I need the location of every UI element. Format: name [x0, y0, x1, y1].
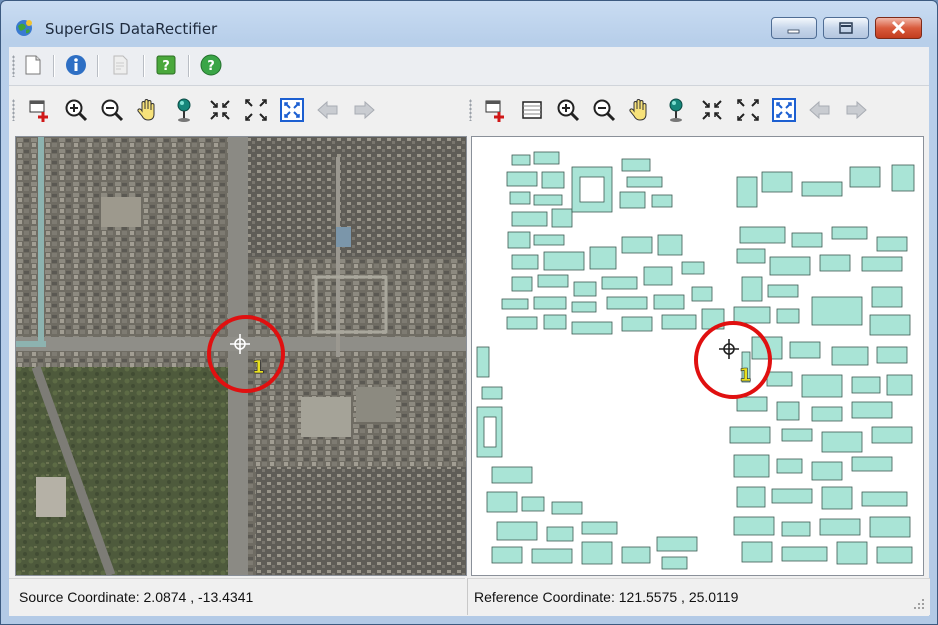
pan-hand-icon[interactable] — [627, 97, 653, 123]
main-toolbar: ? ? — [9, 47, 929, 86]
title-bar[interactable]: SuperGIS DataRectifier — [1, 1, 937, 47]
forward-arrow-icon — [846, 100, 867, 120]
document-disabled-icon — [113, 55, 128, 75]
reference-map-view[interactable]: 1 — [471, 136, 924, 576]
svg-text:?: ? — [162, 59, 170, 74]
maximize-button[interactable] — [823, 17, 869, 39]
reference-coordinate-text: Reference Coordinate: 121.5575 , 25.0119 — [474, 589, 739, 605]
resize-grip-icon[interactable] — [912, 597, 926, 611]
maximize-icon — [839, 22, 853, 34]
info-icon[interactable] — [64, 53, 88, 77]
zoom-in-fixed-icon[interactable] — [699, 97, 725, 123]
app-window: SuperGIS DataRectifier ? ? 1 1 Source Co… — [0, 0, 938, 625]
pan-hand-icon[interactable] — [135, 97, 161, 123]
zoom-out-icon[interactable] — [99, 97, 125, 123]
control-point-label: 1 — [739, 365, 752, 386]
building-footprints: 1 — [476, 151, 915, 570]
back-arrow-icon — [317, 100, 338, 120]
zoom-out-fixed-icon[interactable] — [735, 97, 761, 123]
help-green-icon[interactable]: ? — [154, 53, 178, 77]
crosshair-icon[interactable] — [719, 339, 739, 359]
help-circle-icon[interactable]: ? — [199, 53, 223, 77]
satellite-image: 1 — [16, 137, 466, 575]
window-title: SuperGIS DataRectifier — [45, 20, 218, 38]
identify-pin-icon[interactable] — [663, 97, 689, 123]
zoom-in-icon[interactable] — [555, 97, 581, 123]
reference-toolbar — [467, 87, 929, 133]
zoom-out-icon[interactable] — [591, 97, 617, 123]
close-icon — [891, 20, 906, 35]
source-map-view[interactable]: 1 — [15, 136, 467, 576]
client-area: ? ? 1 1 Source Coordinate: 2.0874 , -13.… — [9, 47, 930, 616]
source-coordinate-text: Source Coordinate: 2.0874 , -13.4341 — [19, 589, 254, 605]
toolbar-separator — [97, 55, 99, 77]
close-button[interactable] — [875, 17, 922, 39]
control-point-circle — [694, 321, 772, 399]
identify-pin-icon[interactable] — [171, 97, 197, 123]
minimize-button[interactable] — [771, 17, 817, 39]
add-control-point-icon[interactable] — [27, 97, 53, 123]
full-extent-icon[interactable] — [279, 97, 305, 123]
svg-text:?: ? — [207, 59, 215, 74]
full-extent-icon[interactable] — [771, 97, 797, 123]
back-arrow-icon — [809, 100, 830, 120]
forward-arrow-icon — [354, 100, 375, 120]
toolbar-separator — [53, 55, 55, 77]
source-toolbar — [9, 87, 465, 133]
toolbar-separator — [188, 55, 190, 77]
toolbar-separator — [143, 55, 145, 77]
zoom-in-icon[interactable] — [63, 97, 89, 123]
new-document-icon[interactable] — [21, 53, 45, 77]
layer-icon[interactable] — [519, 97, 545, 123]
add-control-point-icon[interactable] — [483, 97, 509, 123]
zoom-out-fixed-icon[interactable] — [243, 97, 269, 123]
toolbar-grip[interactable] — [12, 55, 15, 77]
source-status-panel: Source Coordinate: 2.0874 , -13.4341 — [9, 578, 465, 615]
toolbar-grip[interactable] — [12, 99, 15, 121]
zoom-in-fixed-icon[interactable] — [207, 97, 233, 123]
minimize-icon — [787, 29, 800, 34]
toolbar-grip[interactable] — [469, 99, 472, 121]
globe-icon — [16, 20, 32, 36]
reference-status-panel: Reference Coordinate: 121.5575 , 25.0119 — [467, 578, 930, 615]
control-point-label: 1 — [252, 357, 265, 378]
